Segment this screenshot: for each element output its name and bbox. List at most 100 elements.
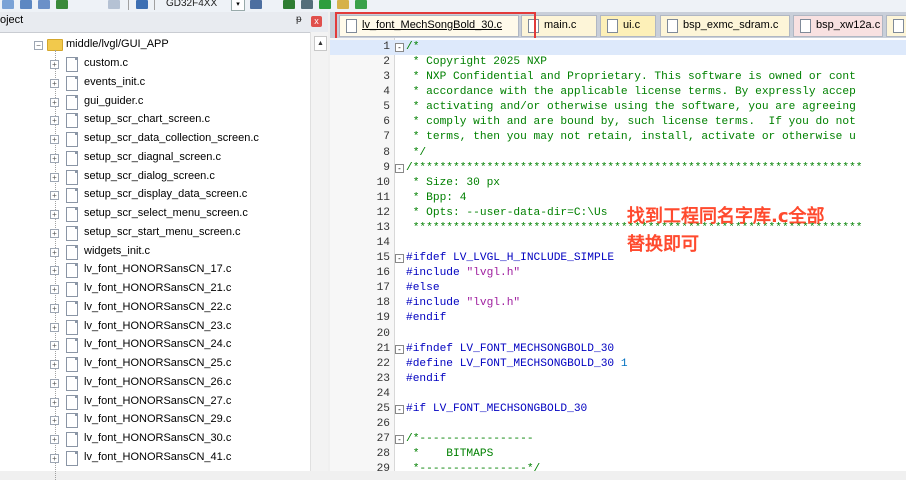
file-row[interactable]: + lv_font_HONORSansCN_17.c [0, 261, 310, 280]
file-row[interactable]: + lv_font_HONORSansCN_41.c [0, 449, 310, 468]
file-row[interactable]: + lv_font_HONORSansCN_21.c [0, 280, 310, 299]
expand-icon[interactable]: + [50, 266, 59, 276]
collapse-icon[interactable]: − [34, 41, 43, 50]
target-dropdown-arrow[interactable]: ▾ [231, 0, 245, 11]
expand-icon[interactable]: + [50, 78, 59, 88]
file-row[interactable]: + lv_font_HONORSansCN_27.c [0, 393, 310, 412]
expand-icon[interactable]: + [50, 285, 59, 294]
file-row[interactable]: + setup_scr_start_menu_screen.c [0, 224, 310, 243]
code-line[interactable]: 25- #if LV_FONT_MECHSONGBOLD_30 [330, 402, 906, 417]
toolbar-icon[interactable] [283, 0, 295, 9]
expand-icon[interactable]: + [50, 416, 59, 426]
expand-icon[interactable]: + [50, 453, 59, 463]
fold-icon[interactable]: - [395, 404, 404, 414]
file-icon [66, 357, 78, 372]
code-line[interactable]: 3 * NXP Confidential and Proprietary. Th… [330, 70, 906, 85]
toolbar-icon[interactable] [355, 0, 367, 9]
expand-icon[interactable]: + [50, 60, 59, 69]
code-line[interactable]: 5 * activating and/or otherwise using th… [330, 100, 906, 115]
expand-icon[interactable]: + [50, 191, 59, 201]
code-line[interactable]: 24 [330, 387, 906, 402]
target-combo[interactable]: GD32F4XX [166, 0, 217, 9]
file-row[interactable]: + custom.c [0, 55, 310, 74]
file-row[interactable]: + gui_guider.c [0, 93, 310, 112]
toolbar-icon[interactable] [136, 0, 148, 9]
tab-file[interactable]: bsp_xw12a.c [793, 15, 883, 37]
tab-overflow[interactable] [886, 15, 906, 37]
scroll-up-arrow[interactable]: ▲ [314, 36, 327, 51]
code-line[interactable]: 4 * accordance with the applicable licen… [330, 85, 906, 100]
folder-row[interactable]: − middle/lvgl/GUI_APP [0, 36, 310, 55]
tab-file[interactable]: bsp_exmc_sdram.c [660, 15, 790, 37]
code-line[interactable]: 23 #endif [330, 372, 906, 387]
code-line[interactable]: 26 [330, 417, 906, 432]
expand-icon[interactable]: + [50, 172, 59, 182]
file-row[interactable]: + lv_font_HONORSansCN_26.c [0, 374, 310, 393]
toolbar-icon[interactable] [38, 0, 50, 9]
file-row[interactable]: + lv_font_HONORSansCN_23.c [0, 318, 310, 337]
file-row[interactable]: + setup_scr_display_data_screen.c [0, 186, 310, 205]
toolbar-icon[interactable] [250, 0, 262, 9]
toolbar-icon[interactable] [301, 0, 313, 9]
file-row[interactable]: + lv_font_HONORSansCN_22.c [0, 299, 310, 318]
toolbar-icon[interactable] [20, 0, 32, 9]
toolbar-icon[interactable] [337, 0, 349, 9]
fold-icon[interactable]: - [395, 163, 404, 173]
code-line[interactable]: 8 */ [330, 146, 906, 161]
expand-icon[interactable]: + [50, 247, 59, 257]
fold-icon[interactable]: - [395, 254, 404, 264]
expand-icon[interactable]: + [50, 435, 59, 444]
expand-icon[interactable]: + [50, 397, 59, 407]
toolbar-icon[interactable] [56, 0, 68, 9]
toolbar-icon[interactable] [319, 0, 331, 9]
fold-icon[interactable]: - [395, 43, 404, 52]
file-row[interactable]: + widgets_init.c [0, 243, 310, 262]
expand-icon[interactable]: + [50, 97, 59, 107]
close-icon[interactable]: x [311, 16, 322, 27]
expand-icon[interactable]: + [50, 378, 59, 388]
tab-file[interactable]: ui.c [600, 15, 656, 37]
expand-icon[interactable]: + [50, 341, 59, 351]
code-line[interactable]: 1-/* [330, 40, 906, 55]
expand-icon[interactable]: + [50, 322, 59, 332]
code-line[interactable]: 22 #define LV_FONT_MECHSONGBOLD_30 1 [330, 357, 906, 372]
code-line[interactable]: 20 [330, 327, 906, 342]
code-line[interactable]: 2 * Copyright 2025 NXP [330, 55, 906, 70]
code-line[interactable]: 28 * BITMAPS [330, 447, 906, 462]
code-line[interactable]: 17 #else [330, 281, 906, 296]
code-line[interactable]: 29 *----------------*/ [330, 462, 906, 471]
code-line[interactable]: 19 #endif [330, 311, 906, 326]
code-line[interactable]: 27-/*----------------- [330, 432, 906, 447]
code-line[interactable]: 16 #include "lvgl.h" [330, 266, 906, 281]
file-row[interactable]: + lv_font_HONORSansCN_29.c [0, 411, 310, 430]
code-line[interactable]: 10 * Size: 30 px [330, 176, 906, 191]
file-row[interactable]: + lv_font_HONORSansCN_25.c [0, 355, 310, 374]
expand-icon[interactable]: + [50, 135, 59, 144]
file-row[interactable]: + setup_scr_select_menu_screen.c [0, 205, 310, 224]
file-row[interactable]: + setup_scr_dialog_screen.c [0, 168, 310, 187]
toolbar-icon[interactable] [2, 0, 14, 9]
expand-icon[interactable]: + [50, 360, 59, 369]
pin-icon[interactable]: ᵽ [296, 14, 302, 25]
fold-icon[interactable]: - [395, 435, 404, 445]
code-line[interactable]: 18 #include "lvgl.h" [330, 296, 906, 311]
expand-icon[interactable]: + [50, 303, 59, 313]
file-row[interactable]: + events_init.c [0, 74, 310, 93]
file-row[interactable]: + setup_scr_chart_screen.c [0, 111, 310, 130]
file-row[interactable]: + setup_scr_data_collection_screen.c [0, 130, 310, 149]
code-line[interactable]: 21- #ifndef LV_FONT_MECHSONGBOLD_30 [330, 342, 906, 357]
vertical-scrollbar[interactable]: ▲ [310, 32, 328, 471]
file-row[interactable]: + lv_font_HONORSansCN_24.c [0, 336, 310, 355]
fold-icon[interactable]: - [395, 344, 404, 354]
code-line[interactable]: 7 * terms, then you may not retain, inst… [330, 130, 906, 145]
file-label: setup_scr_start_menu_screen.c [84, 225, 241, 238]
file-row[interactable]: + setup_scr_diagnal_screen.c [0, 149, 310, 168]
expand-icon[interactable]: + [50, 210, 59, 219]
file-row[interactable]: + lv_font_HONORSansCN_30.c [0, 430, 310, 449]
code-line[interactable]: 6 * comply with and are bound by, such l… [330, 115, 906, 130]
expand-icon[interactable]: + [50, 153, 59, 163]
expand-icon[interactable]: + [50, 228, 59, 238]
toolbar-icon[interactable] [108, 0, 120, 9]
code-line[interactable]: 9-/*************************************… [330, 161, 906, 176]
expand-icon[interactable]: + [50, 116, 59, 126]
